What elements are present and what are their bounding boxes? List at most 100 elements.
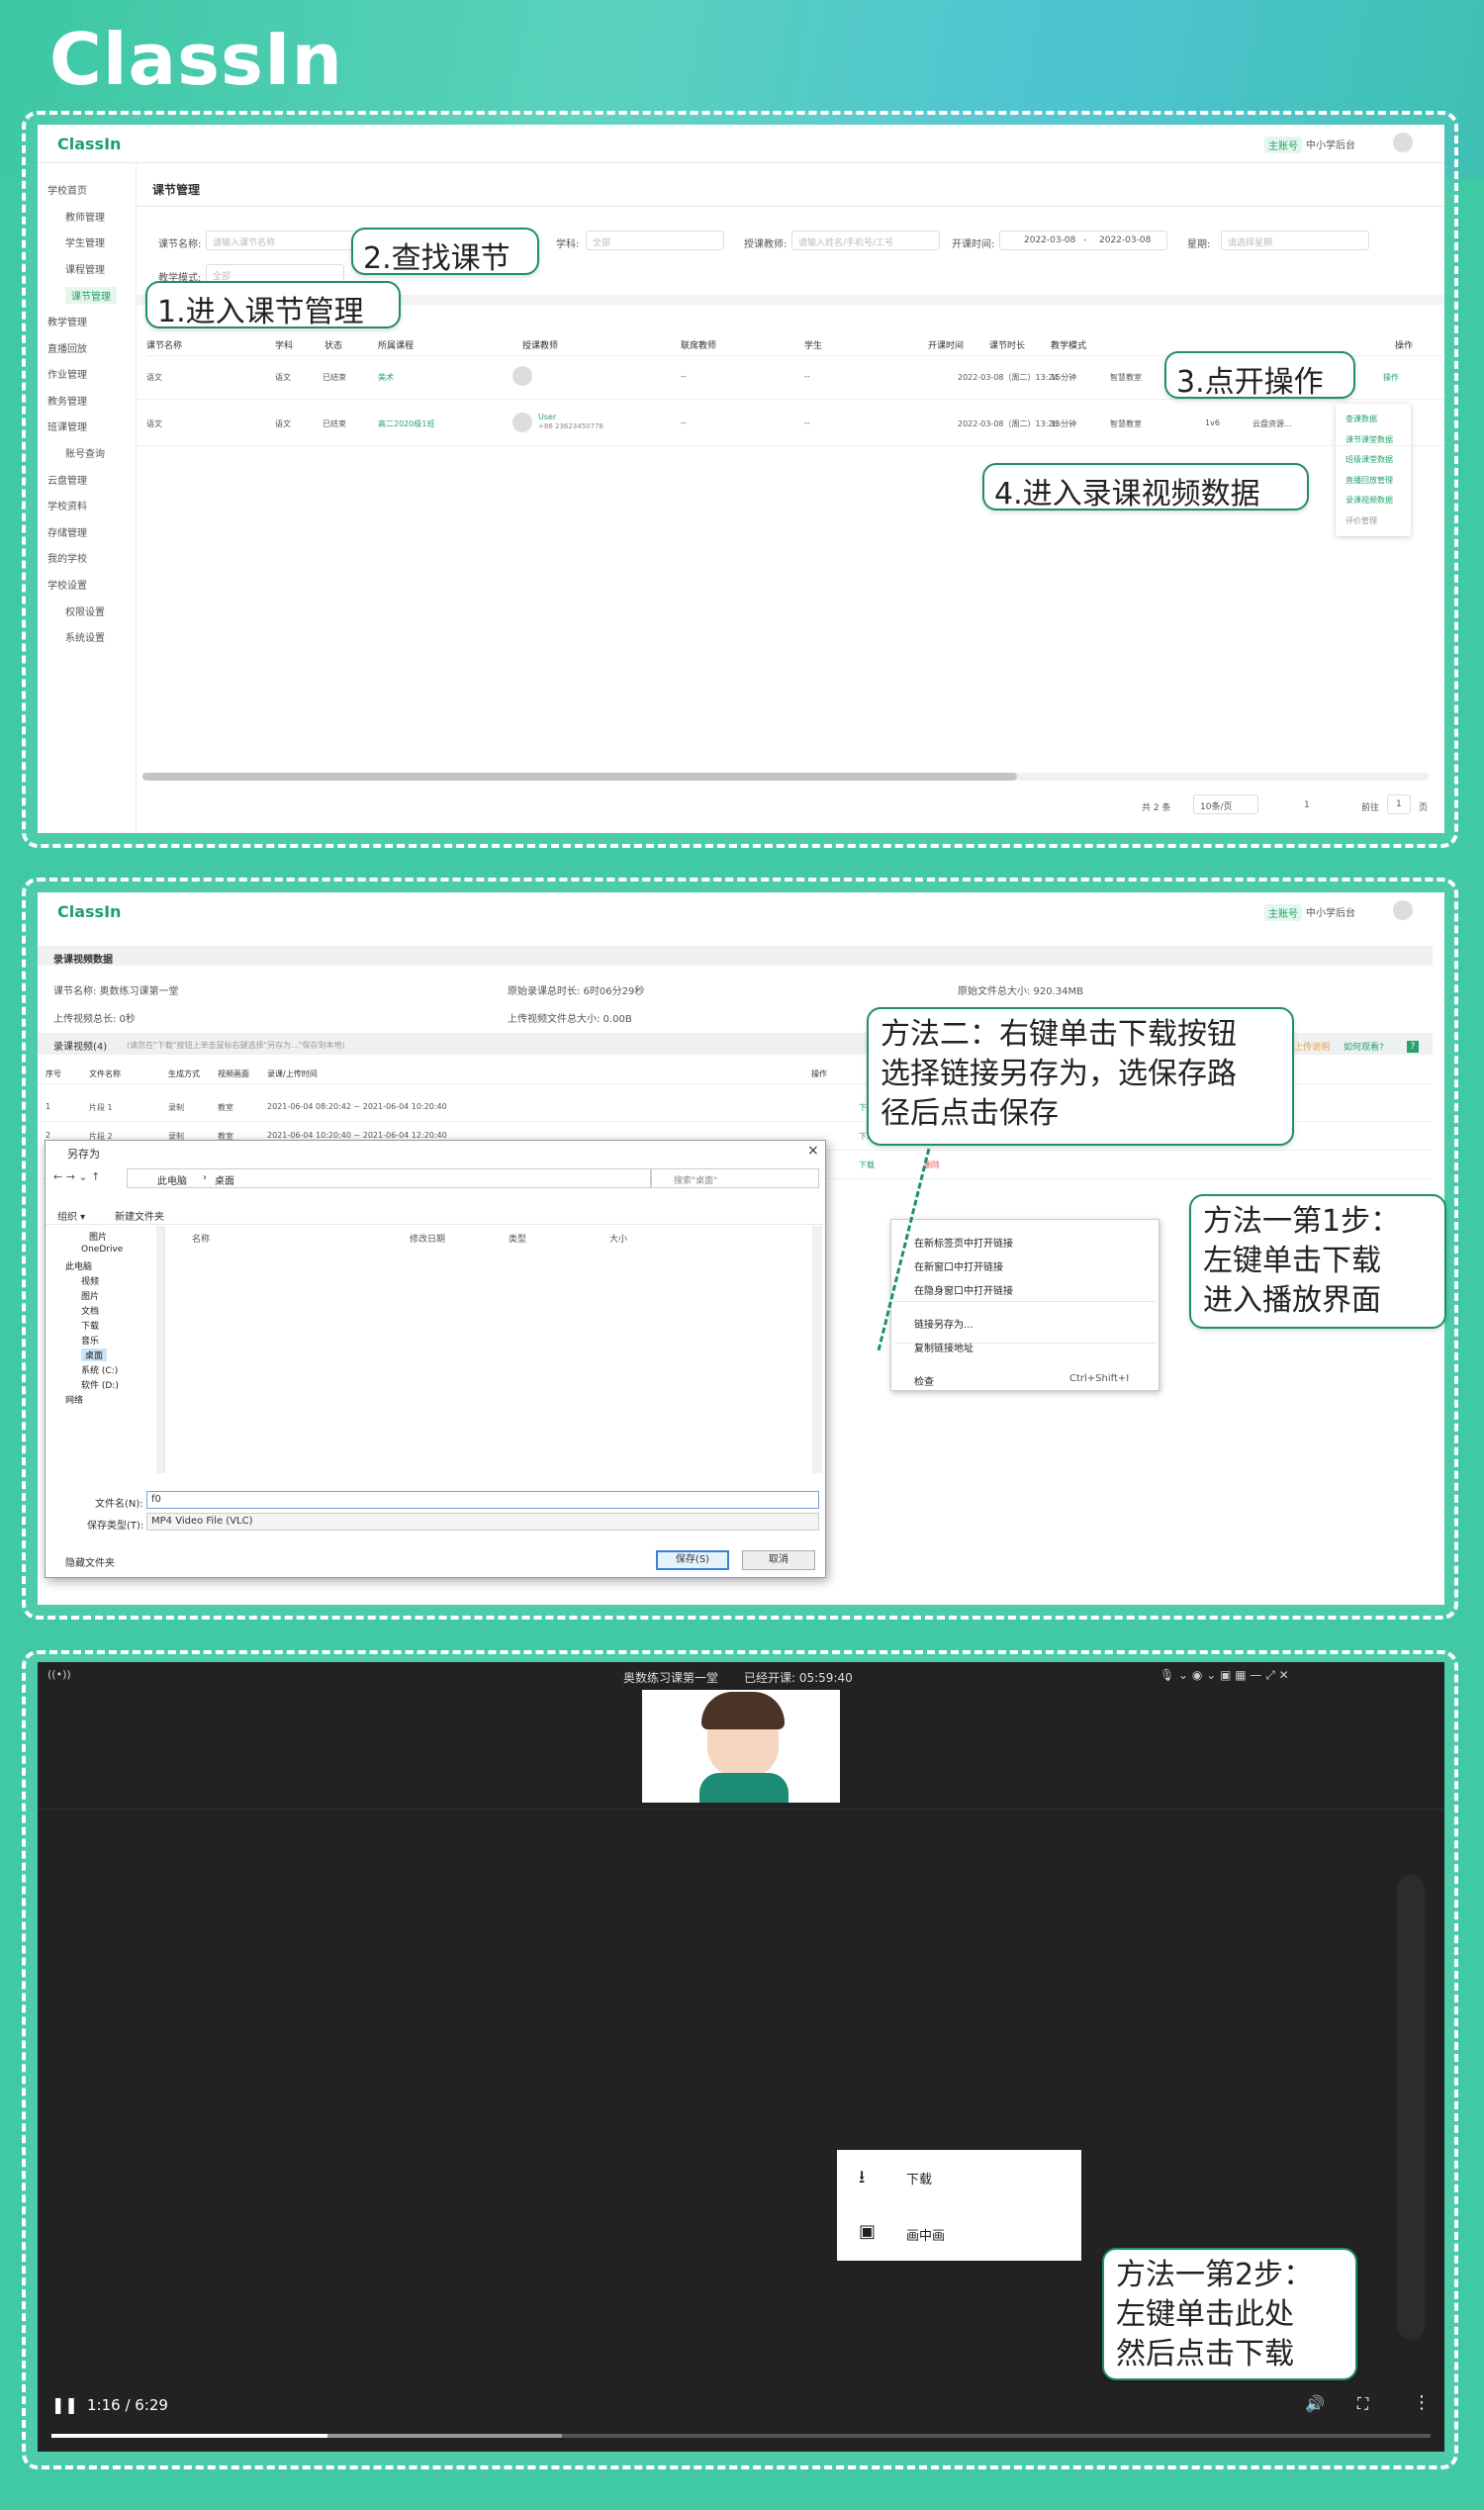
video-column-header: 录课/上传时间 <box>267 1069 318 1078</box>
video-column-header: 视频画面 <box>218 1069 249 1078</box>
folder-tree-item[interactable]: OneDrive <box>81 1245 123 1255</box>
folder-tree-item[interactable]: 网络 <box>65 1393 83 1406</box>
video-column-header: 操作 <box>811 1069 827 1078</box>
folder-tree-item[interactable]: 视频 <box>81 1274 99 1287</box>
address-bar[interactable]: 此电脑 › 桌面 <box>127 1168 651 1188</box>
play-pause-button[interactable]: ❚❚ <box>51 2395 78 2414</box>
operation-button[interactable]: 操作 <box>1383 372 1399 383</box>
teacher-avatar <box>512 413 532 432</box>
volume-icon[interactable]: 🔊 <box>1305 2394 1325 2413</box>
week-select[interactable]: 请选择星期 <box>1221 231 1369 250</box>
operation-menu-item[interactable]: 评价管理 <box>1345 515 1377 526</box>
operation-menu-item[interactable]: 班级课堂数据 <box>1345 454 1393 465</box>
folder-tree-item[interactable]: 文档 <box>81 1304 99 1317</box>
goto-page-input[interactable]: 1 <box>1387 794 1411 814</box>
file-column-header[interactable]: 类型 <box>509 1232 526 1245</box>
context-menu-item[interactable]: 链接另存为... <box>914 1316 974 1331</box>
download-icon[interactable]: ⭳ <box>859 2165 865 2194</box>
sidebar-item[interactable]: 学校设置 <box>47 577 87 592</box>
file-column-header[interactable]: 修改日期 <box>410 1232 445 1245</box>
operation-menu-item[interactable]: 直播回放管理 <box>1345 475 1393 486</box>
school-switch-2[interactable]: 中小学后台 <box>1306 904 1355 919</box>
context-menu-item[interactable]: 在新窗口中打开链接 <box>914 1258 1003 1273</box>
sidebar-item[interactable]: 系统设置 <box>65 629 105 644</box>
sidebar-item[interactable]: 教师管理 <box>65 209 105 224</box>
menu-pip[interactable]: 画中画 <box>906 2225 945 2244</box>
table-cell: 已结束 <box>323 419 346 428</box>
sidebar-item[interactable]: 学生管理 <box>65 234 105 249</box>
folder-tree-item[interactable]: 此电脑 <box>65 1259 92 1272</box>
filename-input[interactable]: f0 <box>146 1491 819 1509</box>
sidebar-item[interactable]: 账号查询 <box>65 445 105 460</box>
progress-track[interactable] <box>51 2434 1431 2438</box>
sidebar-item[interactable]: 学校资料 <box>47 498 87 512</box>
new-folder-button[interactable]: 新建文件夹 <box>115 1208 164 1223</box>
context-menu-item[interactable]: 复制链接地址 <box>914 1340 974 1354</box>
inspect-shortcut: Ctrl+Shift+I <box>1069 1373 1130 1384</box>
sidebar-item[interactable]: 云盘管理 <box>47 472 87 487</box>
organize-button[interactable]: 组织 ▾ <box>57 1208 85 1223</box>
school-switch[interactable]: 中小学后台 <box>1306 137 1355 151</box>
save-button[interactable]: 保存(S) <box>656 1550 729 1570</box>
operation-menu-item[interactable]: 课节课堂数据 <box>1345 434 1393 445</box>
sidebar-item[interactable]: 权限设置 <box>65 604 105 618</box>
dialog-close-icon[interactable]: × <box>807 1143 819 1159</box>
how-to-watch-link[interactable]: 如何观看? <box>1344 1040 1384 1053</box>
folder-tree-item[interactable]: 系统 (C:) <box>81 1363 118 1376</box>
filename-label: 文件名(N): <box>95 1499 143 1510</box>
back-forward-icons[interactable]: ← → ⌄ ↑ <box>53 1170 100 1183</box>
table-cell[interactable]: 高二2020级1班 <box>378 418 434 429</box>
help-icon[interactable]: ? <box>1407 1041 1419 1053</box>
info-origin-size: 原始文件总大小: 920.34MB <box>958 986 1084 997</box>
sidebar-item[interactable]: 班课管理 <box>47 418 87 433</box>
video-cell[interactable]: 下载 <box>859 1160 875 1170</box>
teacher-phone: +86 23623450776 <box>538 422 603 430</box>
search-box[interactable]: 搜索"桌面" <box>651 1168 819 1188</box>
table-cell[interactable]: 美术 <box>378 372 394 383</box>
folder-tree-item[interactable]: 软件 (D:) <box>81 1378 119 1391</box>
folder-tree-item[interactable]: 图片 <box>89 1230 107 1243</box>
per-page-select[interactable]: 10条/页 <box>1193 794 1258 814</box>
menu-download[interactable]: 下载 <box>906 2169 932 2187</box>
sidebar-item[interactable]: 作业管理 <box>47 366 87 381</box>
fullscreen-icon[interactable]: ⛶ <box>1357 2394 1368 2414</box>
folder-tree-item[interactable]: 桌面 <box>81 1348 108 1361</box>
sidebar-item[interactable]: 课程管理 <box>65 261 105 276</box>
pip-icon[interactable]: ▣ <box>859 2221 876 2242</box>
teacher-input[interactable]: 请输入姓名/手机号/工号 <box>791 231 940 250</box>
context-menu-item[interactable]: 在隐身窗口中打开链接 <box>914 1282 1013 1297</box>
context-menu-item[interactable]: 检查 <box>914 1373 934 1388</box>
horizontal-scrollbar[interactable] <box>142 773 1429 781</box>
filetype-select[interactable]: MP4 Video File (VLC) <box>146 1513 819 1531</box>
sidebar-item[interactable]: 存储管理 <box>47 524 87 539</box>
sidebar-item[interactable]: 直播回放 <box>47 340 87 355</box>
subject-select[interactable]: 全部 <box>586 231 724 250</box>
toolbar-icons[interactable]: 🎙 ⌄ ◉ ⌄ ▣ ▦ — ⤢ ✕ <box>1159 1668 1289 1683</box>
operation-menu-item[interactable]: 查课数据 <box>1345 414 1377 424</box>
folder-tree-item[interactable]: 下载 <box>81 1319 99 1332</box>
sidebar-item[interactable]: 我的学校 <box>47 550 87 565</box>
sidebar-item[interactable]: 课节管理 <box>65 287 117 305</box>
admin-logo-2: ClassIn <box>57 902 122 921</box>
folder-tree-item[interactable]: 图片 <box>81 1289 99 1302</box>
video-column-header: 序号 <box>46 1069 61 1078</box>
user-avatar-2[interactable] <box>1393 900 1413 920</box>
more-options-icon[interactable]: ⋮ <box>1413 2392 1431 2413</box>
hide-folders-toggle[interactable]: 隐藏文件夹 <box>65 1554 115 1569</box>
sidebar-item[interactable]: 教学管理 <box>47 314 87 328</box>
pagination-page[interactable]: 1 <box>1304 800 1310 810</box>
file-column-header[interactable]: 大小 <box>609 1232 627 1245</box>
sidebar-item[interactable]: 教务管理 <box>47 393 87 408</box>
table-cell: 2022-03-08（周二）13:26 <box>958 419 1059 428</box>
date-range-picker[interactable]: 2022-03-08 - 2022-03-08 <box>999 231 1167 250</box>
teacher-label: 授课教师: <box>744 239 788 250</box>
account-badge: 主账号 <box>1264 137 1302 153</box>
file-column-header[interactable]: 名称 <box>192 1232 210 1245</box>
upload-notes-link[interactable]: 上传说明 <box>1294 1040 1330 1053</box>
folder-tree-item[interactable]: 音乐 <box>81 1334 99 1347</box>
cancel-button[interactable]: 取消 <box>742 1550 815 1570</box>
context-menu-item[interactable]: 在新标签页中打开链接 <box>914 1235 1013 1250</box>
user-avatar[interactable] <box>1393 133 1413 152</box>
sidebar-item[interactable]: 学校首页 <box>47 182 87 197</box>
operation-menu-item[interactable]: 录课视频数据 <box>1345 495 1393 506</box>
